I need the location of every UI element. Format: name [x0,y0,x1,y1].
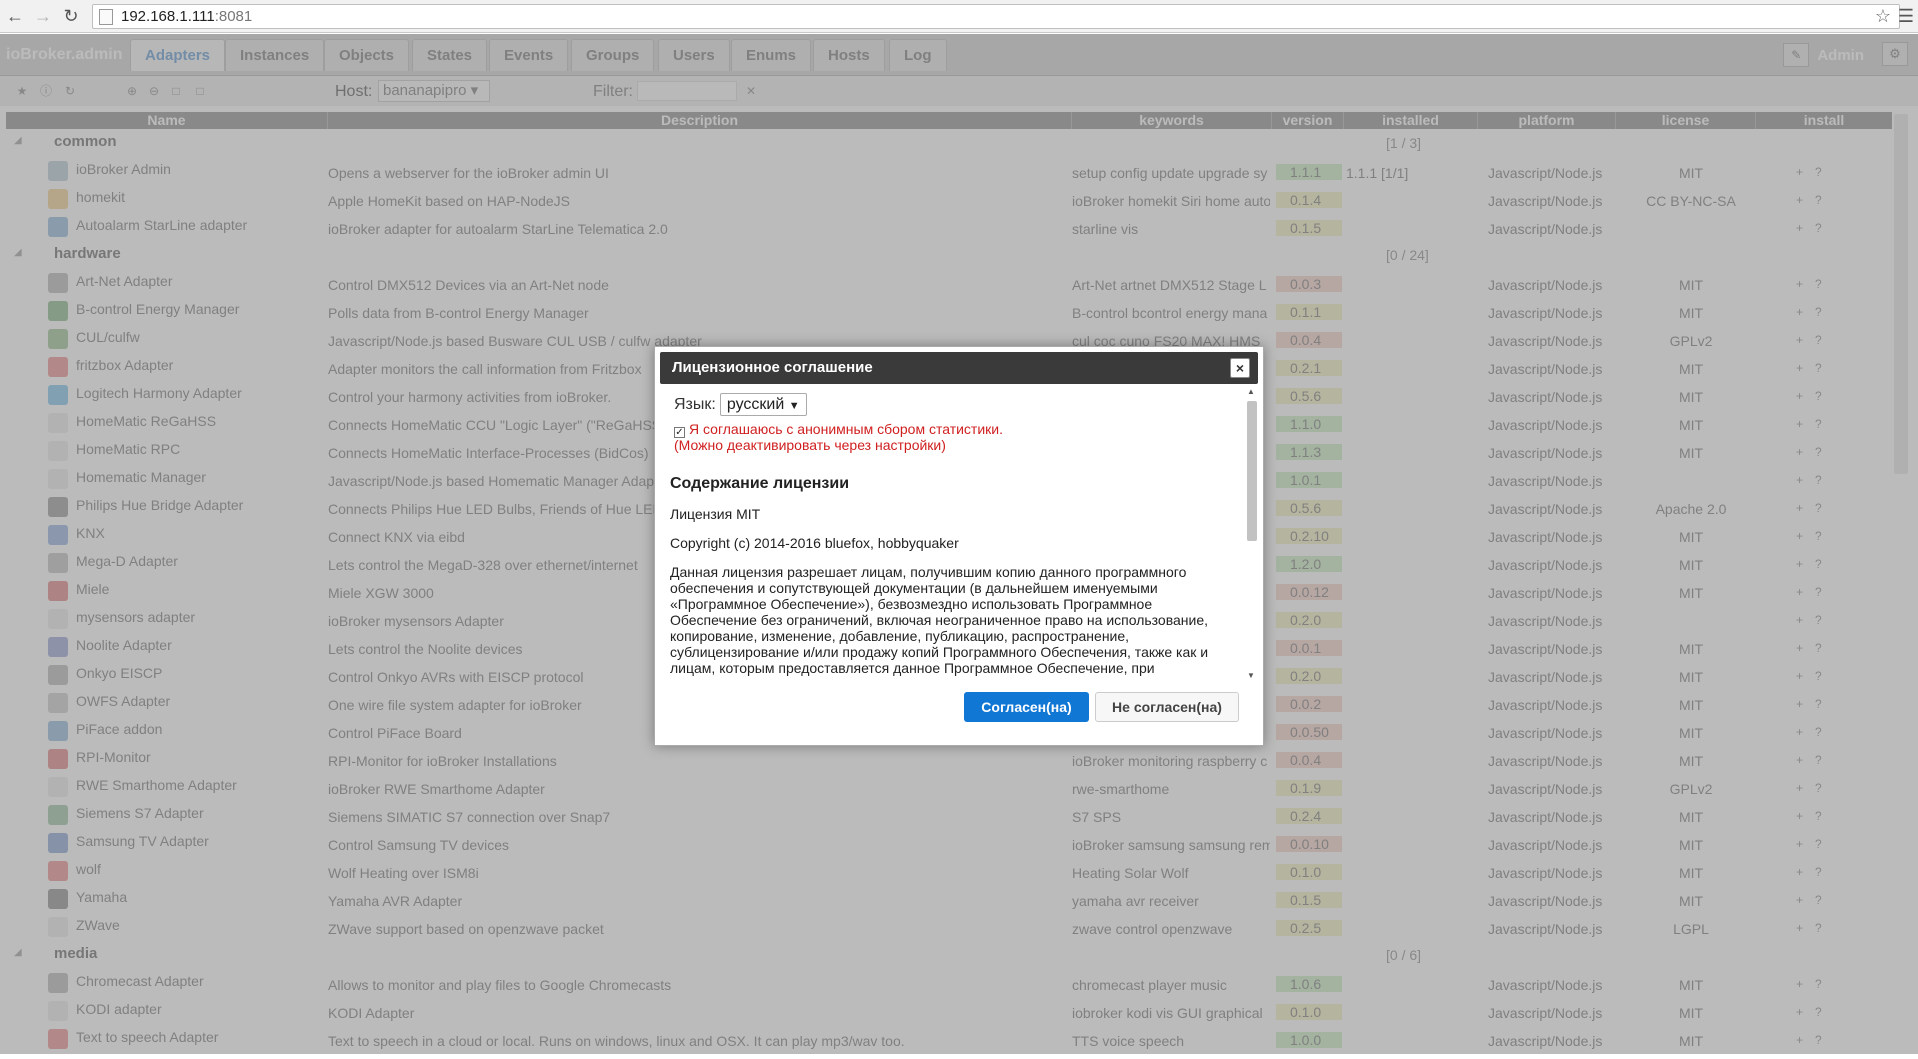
statistics-hint: (Можно деактивировать через настройки) [674,437,946,453]
license-dialog: Лицензионное соглашение × Язык: русский … [654,346,1264,746]
license-heading: Содержание лицензии [670,475,850,492]
scroll-up-icon[interactable]: ▲ [1247,387,1255,396]
address-bar[interactable]: 192.168.1.111:8081 ☆ [92,4,1900,29]
language-label: Язык: [674,395,716,413]
scroll-down-icon[interactable]: ▼ [1247,671,1255,680]
language-select[interactable]: русский ▼ [719,393,807,416]
license-name: Лицензия MIT [670,506,761,522]
agree-button[interactable]: Согласен(на) [964,692,1089,722]
license-text: Данная лицензия разрешает лицам, получив… [670,564,1209,676]
url-host: 192.168.1.111 [121,8,215,25]
url-port: :8081 [214,8,253,25]
scrollbar-thumb[interactable] [1247,401,1257,541]
decline-button[interactable]: Не согласен(на) [1095,692,1239,722]
statistics-label[interactable]: Я соглашаюсь с анонимным сбором статисти… [689,421,1003,437]
dialog-title: Лицензионное соглашение [672,359,873,376]
statistics-consent: ✓ Я соглашаюсь с анонимным сбором статист… [674,421,1233,453]
back-icon[interactable]: ← [2,3,28,29]
reload-icon[interactable]: ↻ [58,3,84,29]
browser-menu-icon[interactable]: ☰ [1898,6,1914,27]
bookmark-star-icon[interactable]: ☆ [1875,6,1891,27]
dialog-scrollbar[interactable]: ▲ ▼ [1245,387,1258,680]
chevron-down-icon: ▼ [788,400,800,412]
forward-icon[interactable]: → [30,3,56,29]
language-select-value: русский [726,396,785,413]
page-icon [99,8,113,25]
dialog-title-bar: Лицензионное соглашение × [660,352,1258,384]
language-row: Язык: русский ▼ [674,393,1233,416]
browser-toolbar: ← → ↻ 192.168.1.111:8081 ☆ ☰ [0,0,1918,33]
license-content: Язык: русский ▼ ✓ Я соглашаюсь с анонимны… [665,387,1247,680]
license-copyright: Copyright (c) 2014-2016 bluefox, hobbyqu… [670,535,959,551]
close-icon[interactable]: × [1230,358,1250,378]
statistics-checkbox[interactable]: ✓ [674,427,685,438]
dialog-footer: Согласен(на) Не согласен(на) [655,692,1263,732]
